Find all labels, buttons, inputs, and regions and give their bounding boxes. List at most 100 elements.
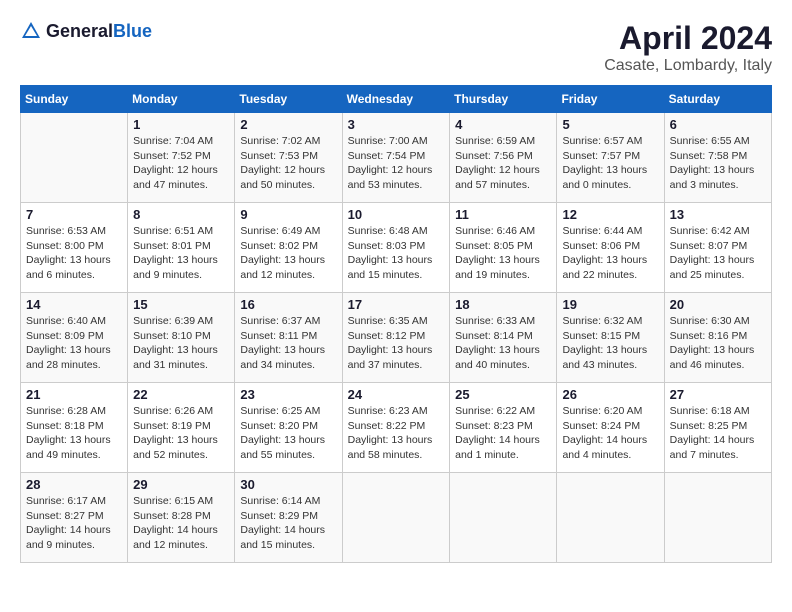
calendar-cell: 1Sunrise: 7:04 AM Sunset: 7:52 PM Daylig… <box>128 113 235 203</box>
day-info: Sunrise: 6:17 AM Sunset: 8:27 PM Dayligh… <box>26 494 122 553</box>
day-number: 25 <box>455 387 551 402</box>
calendar-cell: 24 Sunrise: 6:23 AM Sunset: 8:22 PM Dayli… <box>342 383 450 473</box>
weekday-header: Wednesday <box>342 86 450 113</box>
calendar-cell: 3 Sunrise: 7:00 AM Sunset: 7:54 PM Daylig… <box>342 113 450 203</box>
day-info: Sunrise: 6:25 AM Sunset: 8:20 PM Dayligh… <box>240 404 336 463</box>
day-info: Sunrise: 6:49 AM Sunset: 8:02 PM Dayligh… <box>240 224 336 283</box>
day-info: Sunrise: 6:14 AM Sunset: 8:29 PM Dayligh… <box>240 494 336 553</box>
day-info: Sunrise: 6:23 AM Sunset: 8:22 PM Dayligh… <box>348 404 445 463</box>
day-info: Sunrise: 7:00 AM Sunset: 7:54 PM Dayligh… <box>348 134 445 193</box>
day-info: Sunrise: 6:26 AM Sunset: 8:19 PM Dayligh… <box>133 404 229 463</box>
day-info: Sunrise: 6:37 AM Sunset: 8:11 PM Dayligh… <box>240 314 336 373</box>
calendar-cell: 23 Sunrise: 6:25 AM Sunset: 8:20 PM Dayli… <box>235 383 342 473</box>
day-info: Sunrise: 6:30 AM Sunset: 8:16 PM Dayligh… <box>670 314 766 373</box>
day-number: 21 <box>26 387 122 402</box>
calendar-week-row: 28 Sunrise: 6:17 AM Sunset: 8:27 PM Dayli… <box>21 473 772 563</box>
calendar-cell: 12 Sunrise: 6:44 AM Sunset: 8:06 PM Dayli… <box>557 203 664 293</box>
day-info: Sunrise: 6:48 AM Sunset: 8:03 PM Dayligh… <box>348 224 445 283</box>
calendar-cell: 11 Sunrise: 6:46 AM Sunset: 8:05 PM Dayli… <box>450 203 557 293</box>
day-number: 2 <box>240 117 336 132</box>
day-number: 8 <box>133 207 229 222</box>
day-info: Sunrise: 6:57 AM Sunset: 7:57 PM Dayligh… <box>562 134 658 193</box>
day-number: 4 <box>455 117 551 132</box>
calendar-cell: 29 Sunrise: 6:15 AM Sunset: 8:28 PM Dayli… <box>128 473 235 563</box>
day-number: 28 <box>26 477 122 492</box>
calendar-cell <box>450 473 557 563</box>
calendar-cell: 15 Sunrise: 6:39 AM Sunset: 8:10 PM Dayli… <box>128 293 235 383</box>
day-number: 7 <box>26 207 122 222</box>
day-number: 22 <box>133 387 229 402</box>
calendar-week-row: 7 Sunrise: 6:53 AM Sunset: 8:00 PM Daylig… <box>21 203 772 293</box>
day-number: 15 <box>133 297 229 312</box>
day-info: Sunrise: 6:44 AM Sunset: 8:06 PM Dayligh… <box>562 224 658 283</box>
calendar-cell <box>21 113 128 203</box>
day-number: 27 <box>670 387 766 402</box>
day-number: 6 <box>670 117 766 132</box>
day-number: 26 <box>562 387 658 402</box>
day-number: 18 <box>455 297 551 312</box>
day-number: 10 <box>348 207 445 222</box>
logo-blue-text: Blue <box>113 21 152 41</box>
calendar-cell: 4Sunrise: 6:59 AM Sunset: 7:56 PM Daylig… <box>450 113 557 203</box>
calendar-cell: 13 Sunrise: 6:42 AM Sunset: 8:07 PM Dayli… <box>664 203 771 293</box>
calendar-week-row: 21 Sunrise: 6:28 AM Sunset: 8:18 PM Dayli… <box>21 383 772 473</box>
weekday-header: Sunday <box>21 86 128 113</box>
calendar-table: SundayMondayTuesdayWednesdayThursdayFrid… <box>20 85 772 563</box>
weekday-header: Friday <box>557 86 664 113</box>
calendar-cell: 7 Sunrise: 6:53 AM Sunset: 8:00 PM Daylig… <box>21 203 128 293</box>
calendar-cell: 16 Sunrise: 6:37 AM Sunset: 8:11 PM Dayli… <box>235 293 342 383</box>
calendar-cell: 19 Sunrise: 6:32 AM Sunset: 8:15 PM Dayli… <box>557 293 664 383</box>
day-number: 20 <box>670 297 766 312</box>
day-info: Sunrise: 6:42 AM Sunset: 8:07 PM Dayligh… <box>670 224 766 283</box>
day-info: Sunrise: 6:39 AM Sunset: 8:10 PM Dayligh… <box>133 314 229 373</box>
day-number: 1 <box>133 117 229 132</box>
day-info: Sunrise: 6:46 AM Sunset: 8:05 PM Dayligh… <box>455 224 551 283</box>
calendar-cell <box>664 473 771 563</box>
calendar-cell: 14Sunrise: 6:40 AM Sunset: 8:09 PM Dayli… <box>21 293 128 383</box>
day-info: Sunrise: 7:02 AM Sunset: 7:53 PM Dayligh… <box>240 134 336 193</box>
weekday-header: Saturday <box>664 86 771 113</box>
title-section: April 2024 Casate, Lombardy, Italy <box>604 20 772 75</box>
day-number: 24 <box>348 387 445 402</box>
location-title: Casate, Lombardy, Italy <box>604 57 772 75</box>
calendar-cell: 8 Sunrise: 6:51 AM Sunset: 8:01 PM Daylig… <box>128 203 235 293</box>
day-info: Sunrise: 6:35 AM Sunset: 8:12 PM Dayligh… <box>348 314 445 373</box>
calendar-cell: 9Sunrise: 6:49 AM Sunset: 8:02 PM Daylig… <box>235 203 342 293</box>
day-number: 11 <box>455 207 551 222</box>
calendar-cell: 21 Sunrise: 6:28 AM Sunset: 8:18 PM Dayli… <box>21 383 128 473</box>
day-info: Sunrise: 6:32 AM Sunset: 8:15 PM Dayligh… <box>562 314 658 373</box>
day-info: Sunrise: 6:18 AM Sunset: 8:25 PM Dayligh… <box>670 404 766 463</box>
day-info: Sunrise: 6:28 AM Sunset: 8:18 PM Dayligh… <box>26 404 122 463</box>
calendar-cell: 6Sunrise: 6:55 AM Sunset: 7:58 PM Daylig… <box>664 113 771 203</box>
day-number: 12 <box>562 207 658 222</box>
calendar-cell: 27 Sunrise: 6:18 AM Sunset: 8:25 PM Dayli… <box>664 383 771 473</box>
calendar-cell: 18 Sunrise: 6:33 AM Sunset: 8:14 PM Dayli… <box>450 293 557 383</box>
calendar-cell: 30Sunrise: 6:14 AM Sunset: 8:29 PM Dayli… <box>235 473 342 563</box>
day-info: Sunrise: 6:22 AM Sunset: 8:23 PM Dayligh… <box>455 404 551 463</box>
day-info: Sunrise: 6:40 AM Sunset: 8:09 PM Dayligh… <box>26 314 122 373</box>
calendar-cell: 26Sunrise: 6:20 AM Sunset: 8:24 PM Dayli… <box>557 383 664 473</box>
logo: GeneralBlue <box>20 20 152 42</box>
day-number: 3 <box>348 117 445 132</box>
calendar-cell: 17Sunrise: 6:35 AM Sunset: 8:12 PM Dayli… <box>342 293 450 383</box>
day-number: 16 <box>240 297 336 312</box>
day-info: Sunrise: 6:51 AM Sunset: 8:01 PM Dayligh… <box>133 224 229 283</box>
month-title: April 2024 <box>604 20 772 57</box>
day-number: 5 <box>562 117 658 132</box>
day-number: 13 <box>670 207 766 222</box>
calendar-cell: 25 Sunrise: 6:22 AM Sunset: 8:23 PM Dayli… <box>450 383 557 473</box>
calendar-cell: 28 Sunrise: 6:17 AM Sunset: 8:27 PM Dayli… <box>21 473 128 563</box>
calendar-week-row: 1Sunrise: 7:04 AM Sunset: 7:52 PM Daylig… <box>21 113 772 203</box>
weekday-header: Tuesday <box>235 86 342 113</box>
logo-icon <box>20 20 42 42</box>
weekday-header: Thursday <box>450 86 557 113</box>
day-info: Sunrise: 6:15 AM Sunset: 8:28 PM Dayligh… <box>133 494 229 553</box>
calendar-cell: 5 Sunrise: 6:57 AM Sunset: 7:57 PM Daylig… <box>557 113 664 203</box>
calendar-cell: 20 Sunrise: 6:30 AM Sunset: 8:16 PM Dayli… <box>664 293 771 383</box>
day-number: 29 <box>133 477 229 492</box>
day-number: 19 <box>562 297 658 312</box>
page-header: GeneralBlue April 2024 Casate, Lombardy,… <box>20 20 772 75</box>
day-number: 23 <box>240 387 336 402</box>
day-info: Sunrise: 6:53 AM Sunset: 8:00 PM Dayligh… <box>26 224 122 283</box>
day-info: Sunrise: 6:33 AM Sunset: 8:14 PM Dayligh… <box>455 314 551 373</box>
